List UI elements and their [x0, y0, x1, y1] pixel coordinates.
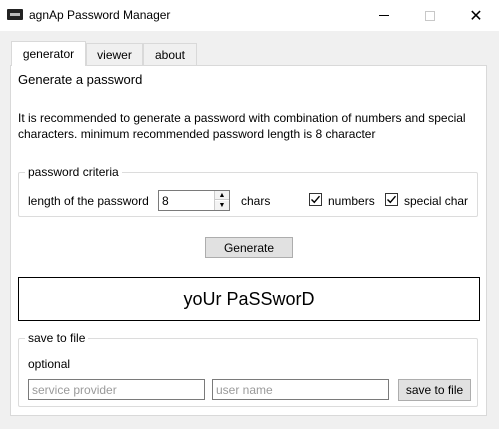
user-name-input[interactable]: [212, 379, 389, 400]
chars-label: chars: [241, 194, 271, 208]
save-legend: save to file: [25, 331, 89, 345]
numbers-checkbox[interactable]: [309, 193, 322, 206]
minimize-icon: [379, 15, 389, 16]
password-criteria-group: password criteria length of the password…: [18, 165, 478, 217]
tab-viewer[interactable]: viewer: [86, 43, 143, 65]
maximize-icon: [425, 10, 435, 21]
spin-up-icon[interactable]: ▲: [215, 191, 229, 200]
minimize-button[interactable]: [361, 0, 407, 31]
length-spinbox[interactable]: 8 ▲ ▼: [158, 190, 230, 211]
title-bar: agnAp Password Manager ✕: [0, 0, 499, 31]
close-button[interactable]: ✕: [453, 0, 499, 31]
length-label: length of the password: [28, 194, 149, 208]
tab-generator[interactable]: generator: [11, 41, 86, 66]
service-provider-input[interactable]: [28, 379, 205, 400]
spin-buttons: ▲ ▼: [214, 191, 229, 210]
description-text: It is recommended to generate a password…: [18, 111, 466, 141]
save-to-file-group: save to file optional save to file: [18, 331, 478, 407]
save-to-file-button[interactable]: save to file: [398, 379, 471, 401]
page-title: Generate a password: [18, 72, 143, 87]
app-icon: [7, 9, 23, 20]
special-char-checkbox[interactable]: [385, 193, 398, 206]
window-title: agnAp Password Manager: [29, 8, 171, 22]
numbers-label: numbers: [328, 194, 375, 208]
checkmark-icon: [387, 195, 397, 204]
special-char-label: special char: [404, 194, 469, 208]
close-icon: ✕: [469, 5, 483, 25]
password-output: yoUr PaSSworD: [18, 277, 480, 321]
spin-down-icon[interactable]: ▼: [215, 201, 229, 210]
generate-button[interactable]: Generate: [205, 237, 293, 258]
tab-about[interactable]: about: [143, 43, 197, 65]
optional-label: optional: [28, 357, 71, 371]
criteria-legend: password criteria: [25, 165, 122, 179]
checkmark-icon: [311, 195, 321, 204]
maximize-button[interactable]: [407, 0, 453, 31]
length-value[interactable]: 8: [162, 194, 169, 208]
generator-panel: Generate a password It is recommended to…: [10, 65, 487, 416]
